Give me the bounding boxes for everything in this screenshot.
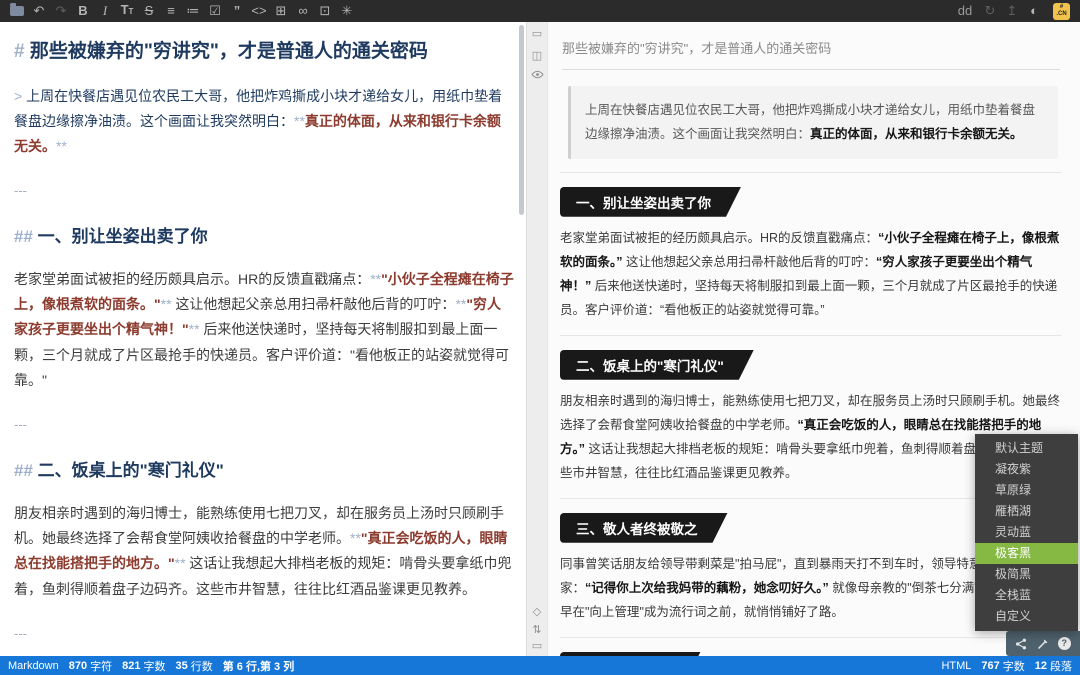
link-icon[interactable]: ∞ — [292, 0, 314, 22]
quote-icon[interactable]: ” — [226, 0, 248, 22]
app-logo[interactable]: # .CN — [1053, 3, 1070, 20]
status-line-count: 35 — [175, 660, 187, 672]
preview-paragraph-1: 老家堂弟面试被拒的经历颇具启示。HR的反馈直戳痛点：“小伙子全程瘫在椅子上，像根… — [560, 226, 1062, 322]
italic-icon[interactable]: I — [94, 0, 116, 22]
folder-icon[interactable] — [6, 0, 28, 22]
ordered-list-icon[interactable]: ≔ — [182, 0, 204, 22]
status-html-word-count: 767 — [981, 660, 999, 672]
bullet-list-icon[interactable]: ≡ — [160, 0, 182, 22]
preview-section-badge-1: 一、别让坐姿出卖了你 — [560, 187, 741, 217]
bold-icon[interactable]: B — [72, 0, 94, 22]
floating-toolbar: ? — [1006, 631, 1080, 656]
font-size-icon[interactable]: T — [116, 0, 138, 23]
format-dd-button[interactable]: dd — [951, 0, 979, 22]
folder-icon-shape — [10, 6, 24, 16]
editor-hr-marker: --- — [14, 626, 514, 641]
theme-item-quanzhanlan[interactable]: 全栈蓝 — [975, 585, 1078, 606]
preview-eye-icon[interactable] — [527, 70, 547, 82]
refresh-icon[interactable]: ↻ — [979, 0, 1001, 22]
split-view-icon[interactable]: ◫ — [527, 50, 547, 62]
theme-dropdown-menu: 默认主题 凝夜紫 草原绿 雁栖湖 灵动蓝 极客黑 极简黑 全栈蓝 自定义 — [975, 434, 1078, 631]
theme-item-default[interactable]: 默认主题 — [975, 438, 1078, 459]
status-char-count: 870 — [69, 660, 87, 672]
editor-paragraph-2: 朋友相亲时遇到的海归博士，能熟练使用七把刀叉，却在服务员上汤时只顾刷手机。她最终… — [14, 501, 514, 602]
preview-divider — [560, 335, 1062, 336]
strikethrough-icon[interactable]: S — [138, 0, 160, 22]
editor-heading2-2: ## 二、饭桌上的"寒门礼仪" — [14, 456, 514, 481]
theme-item-caoyuanlv[interactable]: 草原绿 — [975, 480, 1078, 501]
table-icon[interactable]: ⊞ — [270, 0, 292, 22]
theme-item-ningyezi[interactable]: 凝夜紫 — [975, 459, 1078, 480]
upload-icon[interactable]: ↥ — [1001, 0, 1023, 22]
editor-paragraph-1: 老家堂弟面试被拒的经历颇具启示。HR的反馈直戳痛点：**"小伙子全程瘫在椅子上，… — [14, 267, 514, 393]
panel-divider: ▭ ◫ ◇ ⇅ ▭ — [526, 22, 548, 656]
status-right-mode: HTML — [941, 660, 971, 672]
task-list-icon[interactable]: ☑ — [204, 0, 226, 22]
status-right: HTML 767 字数 12段落 — [941, 658, 1072, 674]
dark-mode-toggle-icon[interactable]: ◐ — [1023, 0, 1045, 22]
tools-glyph — [1037, 638, 1049, 650]
preview-section-badge-2: 二、饭桌上的"寒门礼仪" — [560, 350, 754, 380]
tools-icon[interactable] — [1037, 638, 1049, 650]
focus-mode-icon[interactable]: ▭ — [527, 640, 547, 652]
status-bar: Markdown 870字符 821字数 35行数 第 6 行,第 3 列 HT… — [0, 656, 1080, 675]
status-paragraph-count: 12 — [1035, 660, 1047, 672]
preview-title: 那些被嫌弃的"穷讲究"，才是普通人的通关密码 — [562, 38, 1060, 70]
theme-item-jijianhei[interactable]: 极简黑 — [975, 564, 1078, 585]
preview-divider — [560, 637, 1062, 638]
editor-hr-marker: --- — [14, 417, 514, 432]
editor-scrollbar[interactable] — [519, 25, 524, 215]
eye-glyph — [531, 70, 544, 79]
theme-item-yanxihu[interactable]: 雁栖湖 — [975, 501, 1078, 522]
preview-blockquote: 上周在快餐店遇见位农民工大哥，他把炸鸡撕成小块才递给女儿，用纸巾垫着餐盘边缘擦净… — [568, 86, 1058, 159]
preview-section-badge-3: 三、敬人者终被敬之 — [560, 513, 728, 543]
editor-heading1: # 那些被嫌弃的"穷讲究"，才是普通人的通关密码 — [14, 38, 514, 66]
help-icon[interactable]: ? — [1058, 637, 1071, 650]
share-icon[interactable] — [1015, 638, 1027, 650]
editor-blockquote: > 上周在快餐店遇见位农民工大哥，他把炸鸡撕成小块才递给女儿，用纸巾垫着餐盘边缘… — [14, 84, 514, 160]
status-paragraph-label: 段落 — [1050, 658, 1072, 674]
ai-assistant-icon[interactable]: ✳ — [336, 0, 358, 22]
preview-divider — [560, 172, 1062, 173]
status-left: Markdown 870字符 821字数 35 行数 第 6 行,第 3 列 — [8, 658, 294, 674]
share-glyph — [1015, 638, 1027, 650]
help-glyph: ? — [1058, 637, 1071, 650]
code-icon[interactable]: <> — [248, 0, 270, 22]
sync-scroll-icon[interactable]: ◇ — [527, 606, 547, 618]
status-line-label: 行数 — [191, 658, 213, 674]
single-pane-icon[interactable]: ▭ — [527, 28, 547, 40]
theme-item-jikehei-selected[interactable]: 极客黑 — [975, 543, 1078, 564]
status-cursor-position: 第 6 行,第 3 列 — [223, 658, 295, 674]
status-word-label: 字数 — [143, 658, 165, 674]
status-word-count: 821 — [122, 660, 140, 672]
swap-panes-icon[interactable]: ⇅ — [527, 624, 547, 636]
editor-heading2-1: ## 一、别让坐姿出卖了你 — [14, 222, 514, 247]
toolbar: ↶ ↷ B I T S ≡ ≔ ☑ ” <> ⊞ ∞ ⊡ ✳ dd ↻ ↥ ◐ … — [0, 0, 1080, 22]
theme-item-lingdonglan[interactable]: 灵动蓝 — [975, 522, 1078, 543]
main-split: # 那些被嫌弃的"穷讲究"，才是普通人的通关密码 > 上周在快餐店遇见位农民工大… — [0, 22, 1080, 656]
status-html-word-label: 字数 — [1003, 658, 1025, 674]
app-logo-line2: .CN — [1056, 11, 1066, 18]
app-logo-line1: # — [1060, 4, 1063, 11]
redo-icon[interactable]: ↷ — [50, 0, 72, 22]
status-char-label: 字符 — [90, 658, 112, 674]
editor-hr-marker: --- — [14, 183, 514, 198]
undo-icon[interactable]: ↶ — [28, 0, 50, 22]
theme-item-custom[interactable]: 自定义 — [975, 606, 1078, 627]
status-left-mode: Markdown — [8, 660, 59, 672]
markdown-source-editor[interactable]: # 那些被嫌弃的"穷讲究"，才是普通人的通关密码 > 上周在快餐店遇见位农民工大… — [0, 22, 526, 656]
image-icon[interactable]: ⊡ — [314, 0, 336, 22]
